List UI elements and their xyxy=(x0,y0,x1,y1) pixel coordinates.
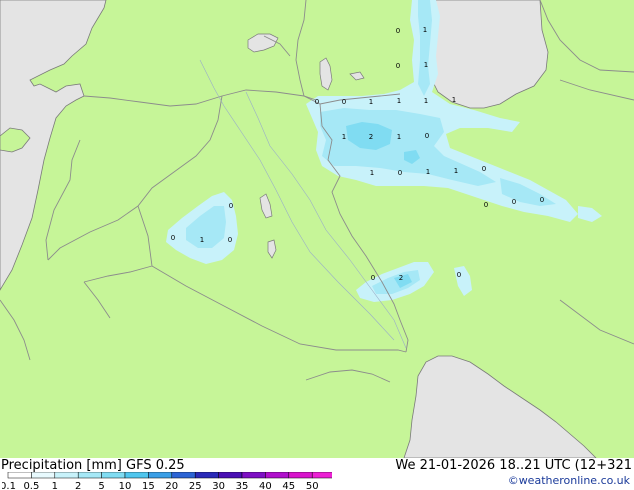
colorbar-tick-label: 50 xyxy=(306,481,319,490)
colorbar-swatch xyxy=(311,472,332,479)
precip-value-label: 0 xyxy=(425,132,429,140)
product-title: Precipitation [mm] GFS 0.25 xyxy=(1,458,185,473)
precip-value-label: 1 xyxy=(369,98,373,106)
precip-colorbar: 0.1 0.5 1 2 5 10 15 20 25 30 35 40 45 50 xyxy=(2,472,332,490)
colorbar-swatch xyxy=(241,472,266,479)
precip-value-label: 2 xyxy=(399,274,403,282)
precip-value-label: 0 xyxy=(396,62,400,70)
colorbar-tick-label: 35 xyxy=(236,481,249,490)
precip-value-label: 1 xyxy=(426,168,430,176)
colorbar-tick-label: 0.5 xyxy=(23,481,39,490)
colorbar-swatch xyxy=(101,472,126,479)
colorbar-tick-label: 20 xyxy=(165,481,178,490)
precip-value-label: 1 xyxy=(454,167,458,175)
precip-value-label: 1 xyxy=(423,26,427,34)
colorbar-tick-label: 15 xyxy=(142,481,155,490)
precip-value-label: 0 xyxy=(342,98,346,106)
precip-value-label: 1 xyxy=(397,133,401,141)
colorbar-swatch xyxy=(77,472,102,479)
precip-value-label: 0 xyxy=(371,274,375,282)
precip-value-label: 0 xyxy=(512,198,516,206)
precip-value-label: 1 xyxy=(424,61,428,69)
precip-value-label: 1 xyxy=(424,97,428,105)
precip-value-label: 0 xyxy=(398,169,402,177)
map-footer: Precipitation [mm] GFS 0.25 We 21-01-202… xyxy=(0,458,634,490)
precip-value-label: 0 xyxy=(540,196,544,204)
colorbar-swatch xyxy=(288,472,313,479)
valid-time: We 21-01-2026 18..21 UTC (12+321 xyxy=(395,458,632,473)
precip-value-label: 1 xyxy=(342,133,346,141)
colorbar-tick-label: 30 xyxy=(212,481,225,490)
precip-value-label: 0 xyxy=(171,234,175,242)
precip-value-label: 1 xyxy=(397,97,401,105)
precip-value-label: 1 xyxy=(370,169,374,177)
precip-value-label: 0 xyxy=(229,202,233,210)
precip-value-label: 0 xyxy=(482,165,486,173)
colorbar-swatch xyxy=(54,472,79,479)
precip-value-label: 0 xyxy=(484,201,488,209)
colorbar-swatch xyxy=(194,472,219,479)
colorbar-tick-label: 45 xyxy=(282,481,295,490)
colorbar-tick-label: 2 xyxy=(75,481,81,490)
precipitation-map: 0 1 0 1 0 0 1 1 1 1 1 2 1 0 1 0 1 1 0 0 0 0 0 0 1 0 0 2 0 xyxy=(0,0,634,458)
colorbar-tick-label: 40 xyxy=(259,481,272,490)
colorbar-tick-label: 1 xyxy=(52,481,58,490)
credit-link[interactable]: ©weatheronline.co.uk xyxy=(508,474,630,487)
colorbar-swatch xyxy=(218,472,243,479)
colorbar-swatch xyxy=(7,472,32,479)
colorbar-swatch xyxy=(171,472,196,479)
colorbar-swatch xyxy=(124,472,149,479)
colorbar-tick-label: 25 xyxy=(189,481,202,490)
colorbar-swatch xyxy=(31,472,56,479)
precip-value-label: 0 xyxy=(228,236,232,244)
precip-value-label: 0 xyxy=(315,98,319,106)
precip-value-label: 0 xyxy=(457,271,461,279)
colorbar-swatch xyxy=(148,472,173,479)
precip-value-label: 1 xyxy=(200,236,204,244)
precip-value-label: 1 xyxy=(452,96,456,104)
colorbar-swatch xyxy=(265,472,290,479)
precip-value-label: 0 xyxy=(396,27,400,35)
colorbar-tick-label: 5 xyxy=(98,481,104,490)
precip-value-label: 2 xyxy=(369,133,373,141)
colorbar-tick-label: 0.1 xyxy=(2,481,16,490)
colorbar-tick-label: 10 xyxy=(119,481,132,490)
